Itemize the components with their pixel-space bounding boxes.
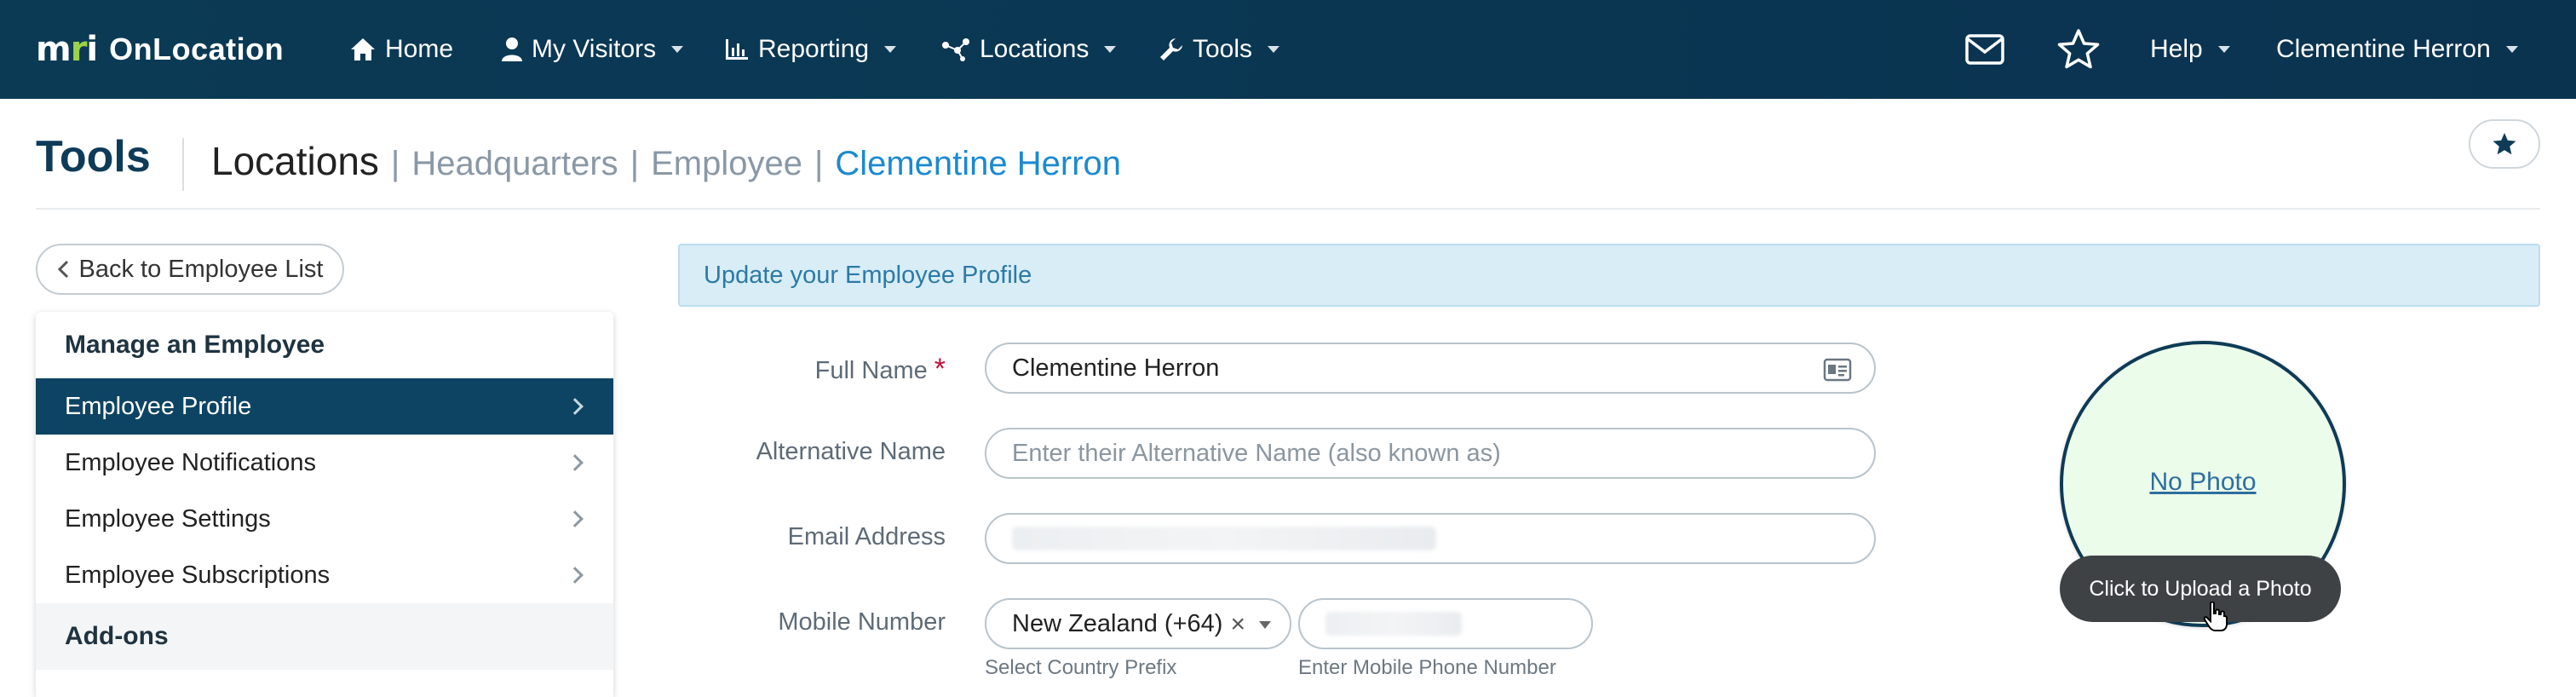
full-name-label-text: Full Name: [814, 357, 928, 384]
breadcrumb-separator: |: [814, 145, 824, 182]
nodes-icon: [942, 38, 969, 61]
sidebar-item-label: Employee Settings: [65, 504, 271, 533]
star-icon: [2493, 133, 2516, 155]
user-icon: [502, 37, 522, 61]
sidebar-section-title: Manage an Employee: [36, 312, 613, 378]
upload-photo-tooltip: Click to Upload a Photo: [2060, 556, 2341, 622]
country-prefix-value: New Zealand (+64): [1012, 609, 1223, 637]
employee-sidebar: Manage an Employee Employee Profile Empl…: [36, 312, 613, 697]
breadcrumb-locations[interactable]: Locations: [211, 138, 379, 184]
sidebar-item-employee-notifications[interactable]: Employee Notifications: [36, 435, 613, 491]
alternative-name-label: Alternative Name: [756, 438, 946, 465]
sidebar-addons-title: Add-ons: [36, 603, 613, 670]
chevron-right-icon: [566, 398, 584, 415]
full-name-input[interactable]: Clementine Herron: [985, 343, 1876, 394]
star-icon[interactable]: [2055, 26, 2102, 73]
info-banner: Update your Employee Profile: [678, 244, 2540, 307]
redacted-mobile-value: [1325, 612, 1462, 636]
nav-tools[interactable]: Tools: [1159, 0, 1280, 99]
sidebar-item-label: Employee Profile: [65, 392, 252, 420]
home-icon: [351, 38, 375, 60]
clear-selection-icon[interactable]: ×: [1230, 610, 1245, 639]
nav-locations[interactable]: Locations: [940, 0, 1117, 99]
breadcrumb: Locations | Headquarters | Employee | Cl…: [211, 138, 1121, 184]
full-name-label: Full Name *: [673, 353, 946, 386]
nav-reporting[interactable]: Reporting: [724, 0, 897, 99]
chevron-down-icon: [884, 46, 897, 53]
mobile-number-input[interactable]: [1298, 598, 1593, 649]
chevron-right-icon: [566, 567, 584, 584]
nav-help-label: Help: [2150, 35, 2203, 63]
breadcrumb-headquarters[interactable]: Headquarters: [411, 145, 618, 183]
nav-my-visitors[interactable]: My Visitors: [501, 0, 684, 99]
breadcrumb-current: Clementine Herron: [835, 145, 1122, 182]
nav-home-label: Home: [385, 35, 454, 63]
chart-icon: [726, 39, 748, 60]
chevron-down-icon: [2505, 46, 2518, 53]
nav-reporting-label: Reporting: [758, 35, 870, 63]
email-input[interactable]: [985, 513, 1876, 564]
back-button-label: Back to Employee List: [78, 255, 324, 283]
favorite-button[interactable]: [2469, 119, 2540, 169]
country-prefix-hint: Select Country Prefix: [985, 656, 1177, 679]
brand-logo: mri: [36, 30, 98, 69]
back-to-employee-list-button[interactable]: Back to Employee List: [36, 244, 344, 295]
page-title: Tools: [36, 132, 151, 181]
chevron-right-icon: [566, 454, 584, 471]
chevron-right-icon: [566, 510, 584, 527]
breadcrumb-employee[interactable]: Employee: [651, 145, 802, 183]
mail-icon[interactable]: [1961, 26, 2009, 73]
nav-help[interactable]: Help: [2150, 0, 2230, 99]
nav-home[interactable]: Home: [349, 0, 453, 99]
brand-name: OnLocation: [109, 32, 285, 66]
mobile-number-label: Mobile Number: [778, 608, 946, 636]
wrench-icon: [1160, 38, 1182, 60]
nav-locations-label: Locations: [980, 35, 1090, 63]
sidebar-item-label: Employee Notifications: [65, 448, 316, 476]
chevron-down-icon: [1104, 46, 1117, 53]
nav-my-visitors-label: My Visitors: [532, 35, 657, 63]
nav-tools-label: Tools: [1193, 35, 1253, 63]
chevron-down-icon[interactable]: [1259, 621, 1271, 629]
alternative-name-placeholder: Enter their Alternative Name (also known…: [1012, 439, 1501, 467]
breadcrumb-separator: |: [390, 145, 400, 182]
sidebar-item-employee-subscriptions[interactable]: Employee Subscriptions: [36, 547, 613, 603]
sidebar-item-employee-settings[interactable]: Employee Settings: [36, 491, 613, 547]
chevron-left-icon: [57, 260, 68, 279]
chevron-down-icon: [671, 46, 684, 53]
required-marker: *: [934, 353, 946, 385]
top-navbar: mri OnLocation Home My Visitors Reportin…: [0, 0, 2576, 99]
header-divider: [182, 138, 184, 191]
chevron-down-icon: [1268, 46, 1280, 53]
email-label: Email Address: [787, 523, 946, 550]
page-header: Tools Locations | Headquarters | Employe…: [36, 119, 2540, 210]
alternative-name-input[interactable]: Enter their Alternative Name (also known…: [985, 428, 1876, 479]
id-card-icon[interactable]: [1823, 358, 1852, 382]
redacted-email-value: [1012, 527, 1436, 550]
brand-logo-text: mri: [36, 30, 98, 69]
breadcrumb-separator: |: [630, 145, 640, 182]
nav-user-menu[interactable]: Clementine Herron: [2276, 0, 2518, 99]
full-name-value: Clementine Herron: [1012, 354, 1220, 382]
chevron-down-icon: [2217, 46, 2230, 53]
hand-cursor-icon: [2203, 602, 2228, 631]
no-photo-link[interactable]: No Photo: [2149, 468, 2256, 497]
sidebar-item-employee-profile[interactable]: Employee Profile: [36, 378, 613, 435]
sidebar-item-label: Employee Subscriptions: [65, 561, 331, 589]
nav-user-label: Clementine Herron: [2276, 35, 2491, 63]
country-prefix-select[interactable]: New Zealand (+64) ×: [985, 598, 1291, 649]
mobile-number-hint: Enter Mobile Phone Number: [1298, 656, 1556, 679]
brand[interactable]: mri OnLocation: [36, 26, 284, 73]
